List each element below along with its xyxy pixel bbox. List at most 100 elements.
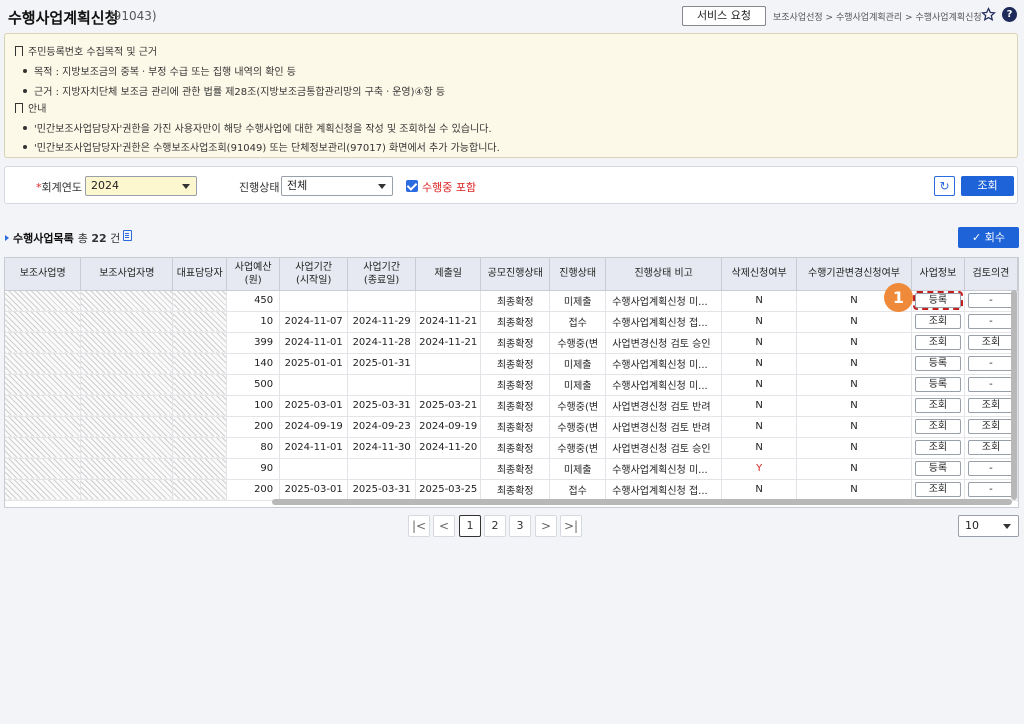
breadcrumb: 보조사업선정 > 수행사업계획관리 > 수행사업계획신청 [773, 13, 982, 23]
cell-end [347, 374, 417, 396]
year-select[interactable]: 2024 [85, 176, 197, 196]
page-3[interactable]: 3 [509, 515, 531, 537]
horizontal-scrollbar[interactable] [272, 499, 1012, 505]
project-info-button[interactable]: 등록 [912, 291, 963, 310]
column-header: 사업기간 (종료일) [347, 258, 417, 291]
table-row[interactable]: 200 2025-03-01 2025-03-31 2025-03-25 최종확정 접수 수… [5, 479, 1018, 501]
table-row[interactable]: 200 2024-09-19 2024-09-23 2024-09-19 최종확정 수행중… [5, 416, 1018, 438]
status-label: 진행상태 [239, 181, 280, 194]
project-info-button[interactable]: 조회 [914, 335, 961, 350]
search-button[interactable]: 조회 [961, 176, 1014, 196]
screen-code: (91043) [109, 9, 157, 23]
first-page-button[interactable]: |< [408, 515, 430, 537]
help-icon[interactable]: ? [1002, 7, 1017, 22]
masked-cell [5, 458, 82, 480]
project-info-cell: 등록 [911, 290, 965, 312]
cell-submit [415, 290, 482, 312]
review-opinion-button[interactable]: 조회 [967, 335, 1014, 350]
cell-end: 2025-03-31 [347, 395, 417, 417]
masked-cell [5, 479, 82, 501]
masked-cell [172, 437, 228, 459]
project-info-cell: 등록 [911, 374, 965, 396]
cell-note: 사업변경신청 검토 반려 [605, 395, 723, 417]
cell-budget: 450 [226, 290, 281, 312]
cell-submit: 2025-03-21 [415, 395, 482, 417]
project-info-button[interactable]: 등록 [914, 377, 961, 392]
project-info-button[interactable]: 조회 [914, 314, 961, 329]
review-opinion-button[interactable]: - [967, 356, 1014, 371]
page-1[interactable]: 1 [459, 515, 481, 537]
cell-end [347, 458, 417, 480]
cell-contest: 최종확정 [480, 290, 551, 312]
cell-start [279, 374, 349, 396]
table-row[interactable]: 100 2025-03-01 2025-03-31 2025-03-21 최종확정 수행중… [5, 395, 1018, 417]
cell-status: 수행중(변 [549, 395, 607, 417]
project-info-button[interactable]: 조회 [914, 419, 961, 434]
review-opinion-button[interactable]: - [967, 314, 1014, 329]
cell-contest: 최종확정 [480, 458, 551, 480]
table-row[interactable]: 399 2024-11-01 2024-11-28 2024-11-21 최종확정 수행중… [5, 332, 1018, 354]
next-page-button[interactable]: > [535, 515, 557, 537]
reset-icon[interactable]: ↻ [934, 176, 955, 196]
review-opinion-button[interactable]: - [967, 377, 1014, 392]
table-row[interactable]: 10 2024-11-07 2024-11-29 2024-11-21 최종확정 접수 수행… [5, 311, 1018, 333]
masked-cell [172, 374, 228, 396]
notice-section-guide: 안내 [15, 100, 46, 116]
review-opinion-button[interactable]: 조회 [967, 398, 1014, 413]
masked-cell [172, 458, 228, 480]
include-active-label[interactable]: 수행중 포함 [422, 179, 476, 195]
cell-del: Y [721, 458, 798, 480]
recall-button[interactable]: ✓ 회수 [958, 227, 1019, 248]
page-size-select[interactable]: 10 [958, 515, 1019, 537]
masked-cell [80, 332, 174, 354]
masked-cell [80, 458, 174, 480]
column-header: 보조사업자명 [80, 258, 174, 291]
masked-cell [5, 290, 82, 312]
include-active-checkbox[interactable] [406, 180, 418, 192]
service-request-button[interactable]: 서비스 요청 [682, 6, 766, 26]
cell-note: 수행사업계획신청 미... [605, 353, 723, 375]
table-row[interactable]: 80 2024-11-01 2024-11-30 2024-11-20 최종확정 수행중(… [5, 437, 1018, 459]
review-opinion-button[interactable]: - [967, 482, 1014, 497]
search-panel: *회계연도 2024 진행상태 전체 수행중 포함 ↻ 조회 [4, 166, 1018, 204]
cell-status: 미제출 [549, 290, 607, 312]
review-opinion-button[interactable]: - [967, 293, 1014, 308]
project-info-button[interactable]: 조회 [914, 440, 961, 455]
table-row[interactable]: 90 최종확정 미제출 수행사업계획신청 미... Y N 등록 - [5, 458, 1018, 480]
masked-cell [80, 437, 174, 459]
project-info-cell: 조회 [911, 311, 965, 333]
review-opinion-button[interactable]: 조회 [967, 440, 1014, 455]
table-row[interactable]: 500 최종확정 미제출 수행사업계획신청 미... N N 등록 - [5, 374, 1018, 396]
cell-change: N [796, 332, 912, 354]
prev-page-button[interactable]: < [433, 515, 455, 537]
project-info-button[interactable]: 등록 [914, 356, 961, 371]
table-row[interactable]: 450 최종확정 미제출 수행사업계획신청 미... N N 등록 - [5, 290, 1018, 312]
review-opinion-button[interactable]: 조회 [967, 419, 1014, 434]
project-info-button[interactable]: 조회 [914, 482, 961, 497]
last-page-button[interactable]: >| [560, 515, 582, 537]
chevron-down-icon [1003, 524, 1011, 529]
excel-download-icon[interactable] [123, 230, 132, 241]
vertical-scrollbar[interactable] [1011, 290, 1017, 500]
cell-note: 수행사업계획신청 미... [605, 290, 723, 312]
project-info-button[interactable]: 등록 [914, 461, 961, 476]
project-info-cell: 조회 [911, 416, 965, 438]
cell-change: N [796, 479, 912, 501]
masked-cell [80, 395, 174, 417]
page-2[interactable]: 2 [484, 515, 506, 537]
page-title: 수행사업계획신청 [8, 9, 119, 27]
star-icon[interactable] [981, 7, 996, 22]
masked-cell [172, 332, 228, 354]
cell-submit: 2024-11-20 [415, 437, 482, 459]
cell-budget: 90 [226, 458, 281, 480]
table-row[interactable]: 140 2025-01-01 2025-01-31 최종확정 미제출 수행사업계획신청 미… [5, 353, 1018, 375]
bookmark-icon [15, 46, 23, 59]
cell-del: N [721, 374, 798, 396]
status-select[interactable]: 전체 [281, 176, 393, 196]
review-opinion-button[interactable]: - [967, 461, 1014, 476]
notice-section-purpose: 주민등록번호 수집목적 및 근거 [15, 43, 157, 59]
project-info-cell: 등록 [911, 353, 965, 375]
project-info-button[interactable]: 조회 [914, 398, 961, 413]
cell-end: 2024-11-28 [347, 332, 417, 354]
cell-budget: 100 [226, 395, 281, 417]
